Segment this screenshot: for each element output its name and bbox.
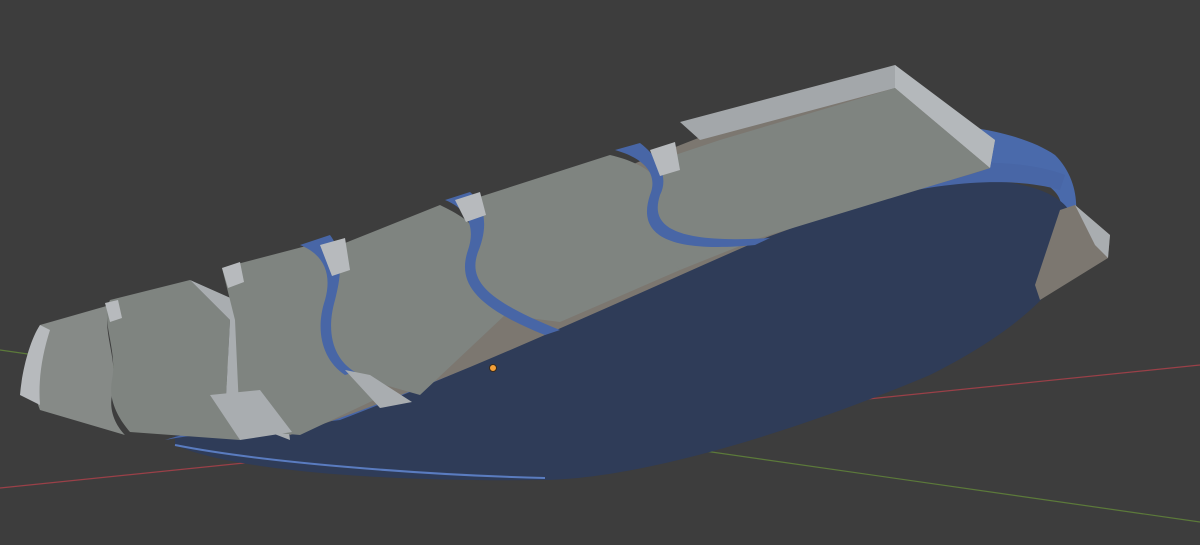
object-origin-marker[interactable] (489, 364, 497, 372)
viewport-canvas[interactable] (0, 0, 1200, 545)
3d-viewport[interactable] (0, 0, 1200, 545)
